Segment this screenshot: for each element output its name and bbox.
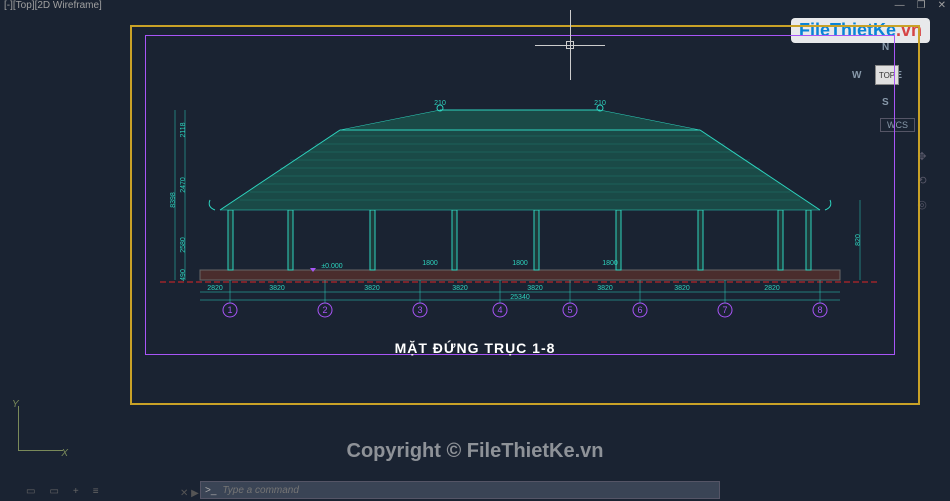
svg-text:1800: 1800 bbox=[512, 260, 528, 267]
svg-text:2820: 2820 bbox=[207, 285, 223, 292]
svg-text:3820: 3820 bbox=[597, 285, 613, 292]
svg-text:5: 5 bbox=[567, 305, 572, 315]
svg-text:1800: 1800 bbox=[422, 260, 438, 267]
svg-text:3820: 3820 bbox=[364, 285, 380, 292]
layout-tab-icon[interactable]: ▭ bbox=[43, 484, 64, 499]
svg-text:±0.000: ±0.000 bbox=[321, 263, 342, 270]
ucs-y-label: Y bbox=[12, 399, 19, 410]
svg-text:2: 2 bbox=[322, 305, 327, 315]
svg-text:6: 6 bbox=[637, 305, 642, 315]
layout-tabs: ▭ ▭ + ≡ bbox=[20, 484, 105, 499]
vertical-dims-right: 820 bbox=[855, 200, 862, 280]
window-controls: — ❐ ✕ bbox=[895, 0, 946, 16]
status-icons: ✕ ▶ bbox=[180, 488, 199, 499]
close-button[interactable]: ✕ bbox=[938, 0, 946, 16]
command-input[interactable] bbox=[222, 485, 715, 496]
dim-chain: 2820 3820 3820 3820 3820 3820 3820 2820 … bbox=[200, 285, 840, 301]
svg-text:4: 4 bbox=[497, 305, 502, 315]
view-label: [-][Top][2D Wireframe] bbox=[4, 0, 102, 16]
svg-text:3820: 3820 bbox=[452, 285, 468, 292]
add-layout-icon[interactable]: + bbox=[67, 484, 85, 499]
svg-text:490: 490 bbox=[180, 269, 187, 281]
svg-text:25340: 25340 bbox=[510, 294, 530, 301]
svg-text:1: 1 bbox=[227, 305, 232, 315]
svg-text:210: 210 bbox=[594, 100, 606, 107]
svg-text:3820: 3820 bbox=[527, 285, 543, 292]
restore-button[interactable]: ❐ bbox=[917, 0, 926, 16]
platform-base bbox=[200, 270, 840, 280]
svg-text:2580: 2580 bbox=[180, 237, 187, 253]
roof bbox=[209, 105, 831, 210]
svg-text:3820: 3820 bbox=[269, 285, 285, 292]
svg-text:2470: 2470 bbox=[180, 177, 187, 193]
svg-text:2118: 2118 bbox=[180, 122, 187, 137]
svg-text:1800: 1800 bbox=[602, 260, 618, 267]
layout-list-icon[interactable]: ≡ bbox=[87, 484, 105, 499]
svg-text:2820: 2820 bbox=[764, 285, 780, 292]
watermark-center: Copyright © FileThietKe.vn bbox=[0, 440, 950, 463]
svg-text:3820: 3820 bbox=[674, 285, 690, 292]
svg-text:8398: 8398 bbox=[170, 192, 177, 208]
model-tab-icon[interactable]: ▭ bbox=[20, 484, 41, 499]
svg-text:8: 8 bbox=[817, 305, 822, 315]
svg-text:3: 3 bbox=[417, 305, 422, 315]
command-line[interactable]: >_ bbox=[200, 481, 720, 499]
minimize-button[interactable]: — bbox=[895, 0, 905, 16]
svg-text:820: 820 bbox=[855, 234, 862, 246]
drawing-title: MẶT ĐỨNG TRỤC 1-8 bbox=[0, 340, 950, 356]
command-prompt-icon: >_ bbox=[205, 485, 216, 496]
svg-text:210: 210 bbox=[434, 100, 446, 107]
elevation-drawing[interactable]: 1 2 3 4 5 6 7 8 2820 3820 3820 3820 3820… bbox=[160, 100, 880, 310]
svg-text:7: 7 bbox=[722, 305, 727, 315]
